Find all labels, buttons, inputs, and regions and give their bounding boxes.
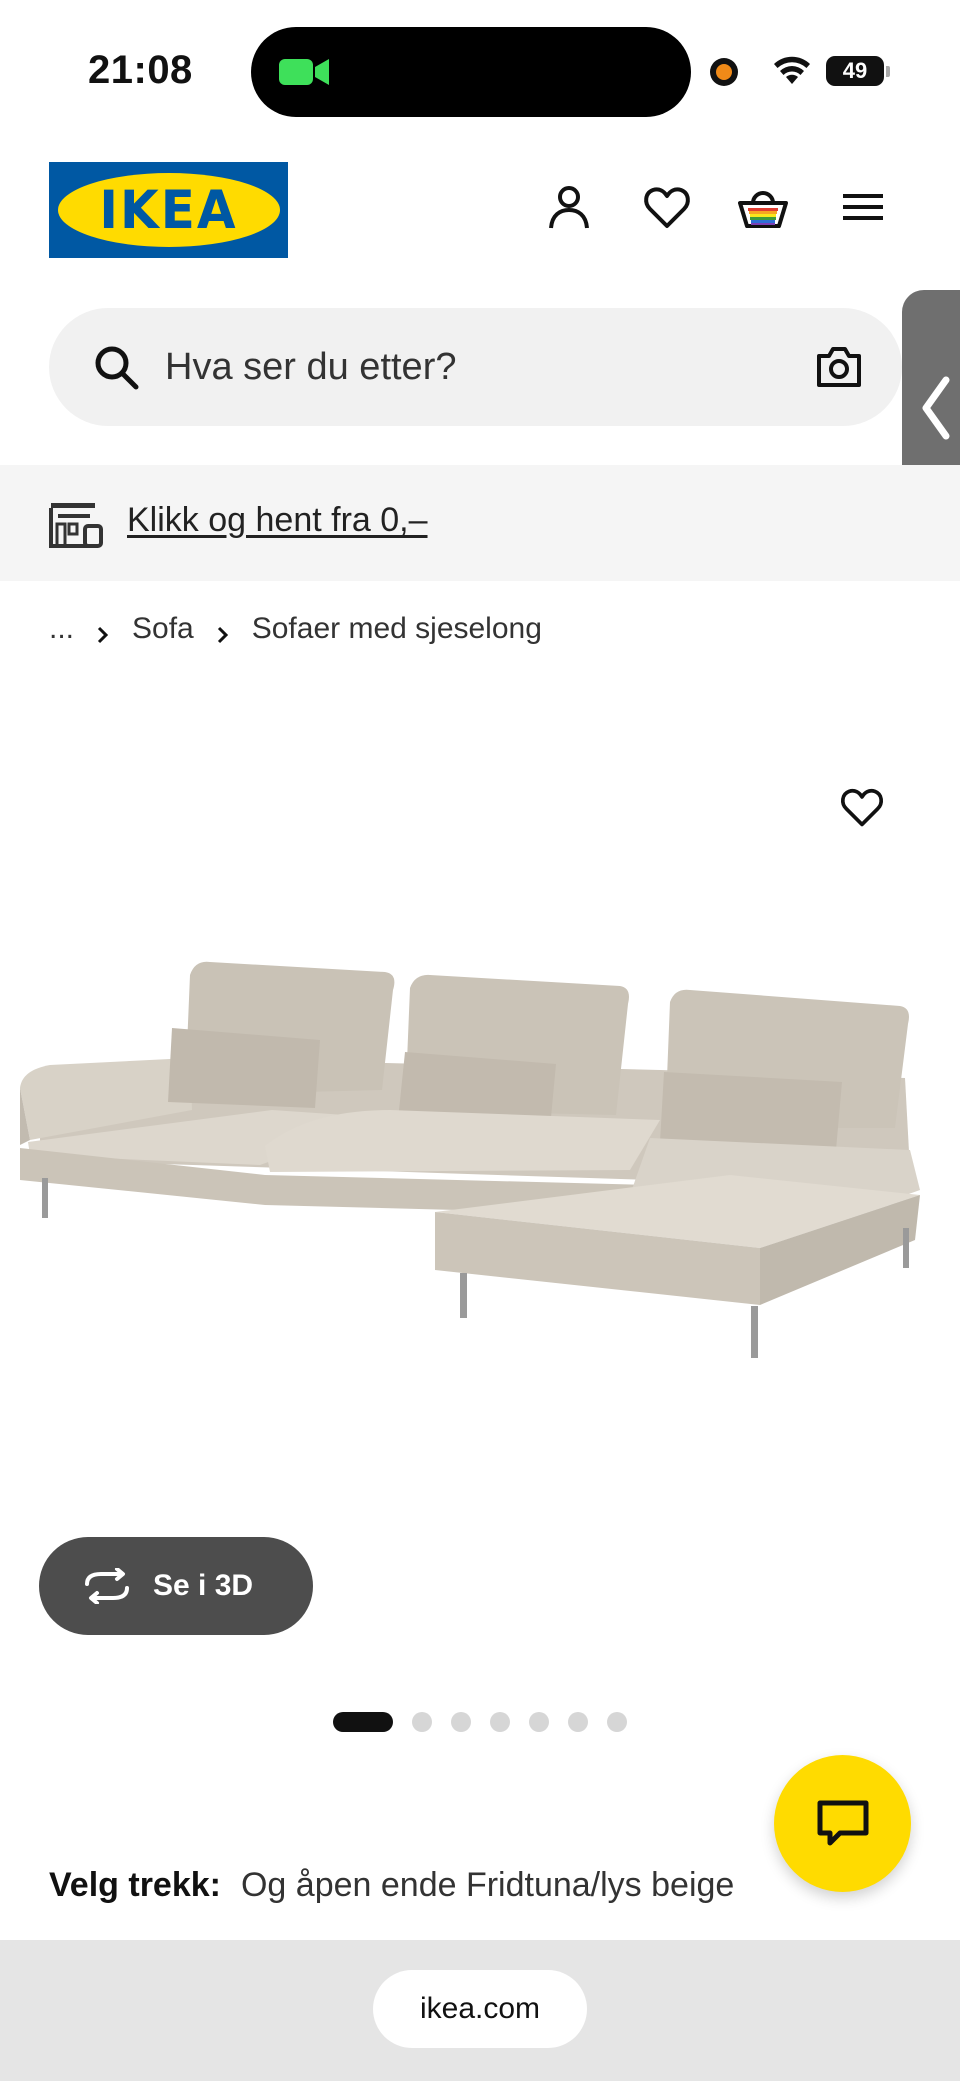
battery-icon: 49 [826, 56, 890, 86]
pagination-dot[interactable] [607, 1712, 627, 1732]
pagination-dot[interactable] [412, 1712, 432, 1732]
chevron-left-icon [922, 376, 950, 440]
chat-bubble-icon [817, 1800, 869, 1846]
click-collect-banner: Klikk og hent fra 0,– [0, 465, 960, 581]
chevron-right-icon [96, 619, 110, 644]
status-bar: 21:08 49 [0, 0, 960, 140]
pagination-dot-active[interactable] [333, 1712, 393, 1732]
image-pagination [333, 1712, 646, 1732]
pagination-dot[interactable] [451, 1712, 471, 1732]
cover-label: Velg trekk: [49, 1866, 221, 1904]
search-bar[interactable] [49, 308, 902, 426]
basket-icon[interactable] [738, 182, 788, 232]
add-to-favourites-icon[interactable] [838, 784, 886, 830]
logo-text: IKEA [99, 179, 238, 241]
chat-button[interactable] [774, 1755, 911, 1892]
wifi-icon [774, 56, 810, 84]
facetime-camera-icon [279, 59, 329, 85]
status-time: 21:08 [88, 48, 193, 92]
chevron-right-icon [216, 619, 230, 644]
browser-bottom-bar: ikea.com [0, 1940, 960, 2081]
pagination-dot[interactable] [529, 1712, 549, 1732]
click-collect-link[interactable]: Klikk og hent fra 0,– [127, 501, 428, 540]
cover-selection[interactable]: Velg trekk: Og åpen ende Fridtuna/lys be… [49, 1866, 734, 1905]
breadcrumb-more[interactable]: ... [49, 612, 74, 646]
pagination-dot[interactable] [568, 1712, 588, 1732]
dynamic-island [251, 27, 691, 117]
search-icon [95, 346, 139, 390]
mic-indicator-icon [710, 58, 738, 86]
url-address-bar[interactable]: ikea.com [373, 1970, 587, 2048]
pagination-dot[interactable] [490, 1712, 510, 1732]
rotate-3d-icon [85, 1568, 129, 1604]
store-pickup-icon [49, 503, 103, 548]
heart-icon[interactable] [642, 182, 692, 232]
camera-icon[interactable] [815, 346, 863, 388]
product-image-gallery[interactable] [0, 680, 960, 1540]
search-input[interactable] [165, 336, 745, 398]
ikea-logo[interactable]: IKEA [49, 162, 288, 258]
profile-icon[interactable] [544, 182, 594, 232]
view-in-3d-label: Se i 3D [153, 1569, 254, 1602]
breadcrumb: ... Sofa Sofaer med sjeselong [49, 612, 542, 646]
breadcrumb-sofa[interactable]: Sofa [132, 612, 194, 646]
cover-value: Og åpen ende Fridtuna/lys beige [240, 1866, 735, 1904]
breadcrumb-chaise-sofas[interactable]: Sofaer med sjeselong [252, 612, 542, 646]
sofa-product-image [20, 961, 920, 1358]
menu-icon[interactable] [838, 182, 888, 232]
view-in-3d-button[interactable]: Se i 3D [39, 1537, 313, 1635]
